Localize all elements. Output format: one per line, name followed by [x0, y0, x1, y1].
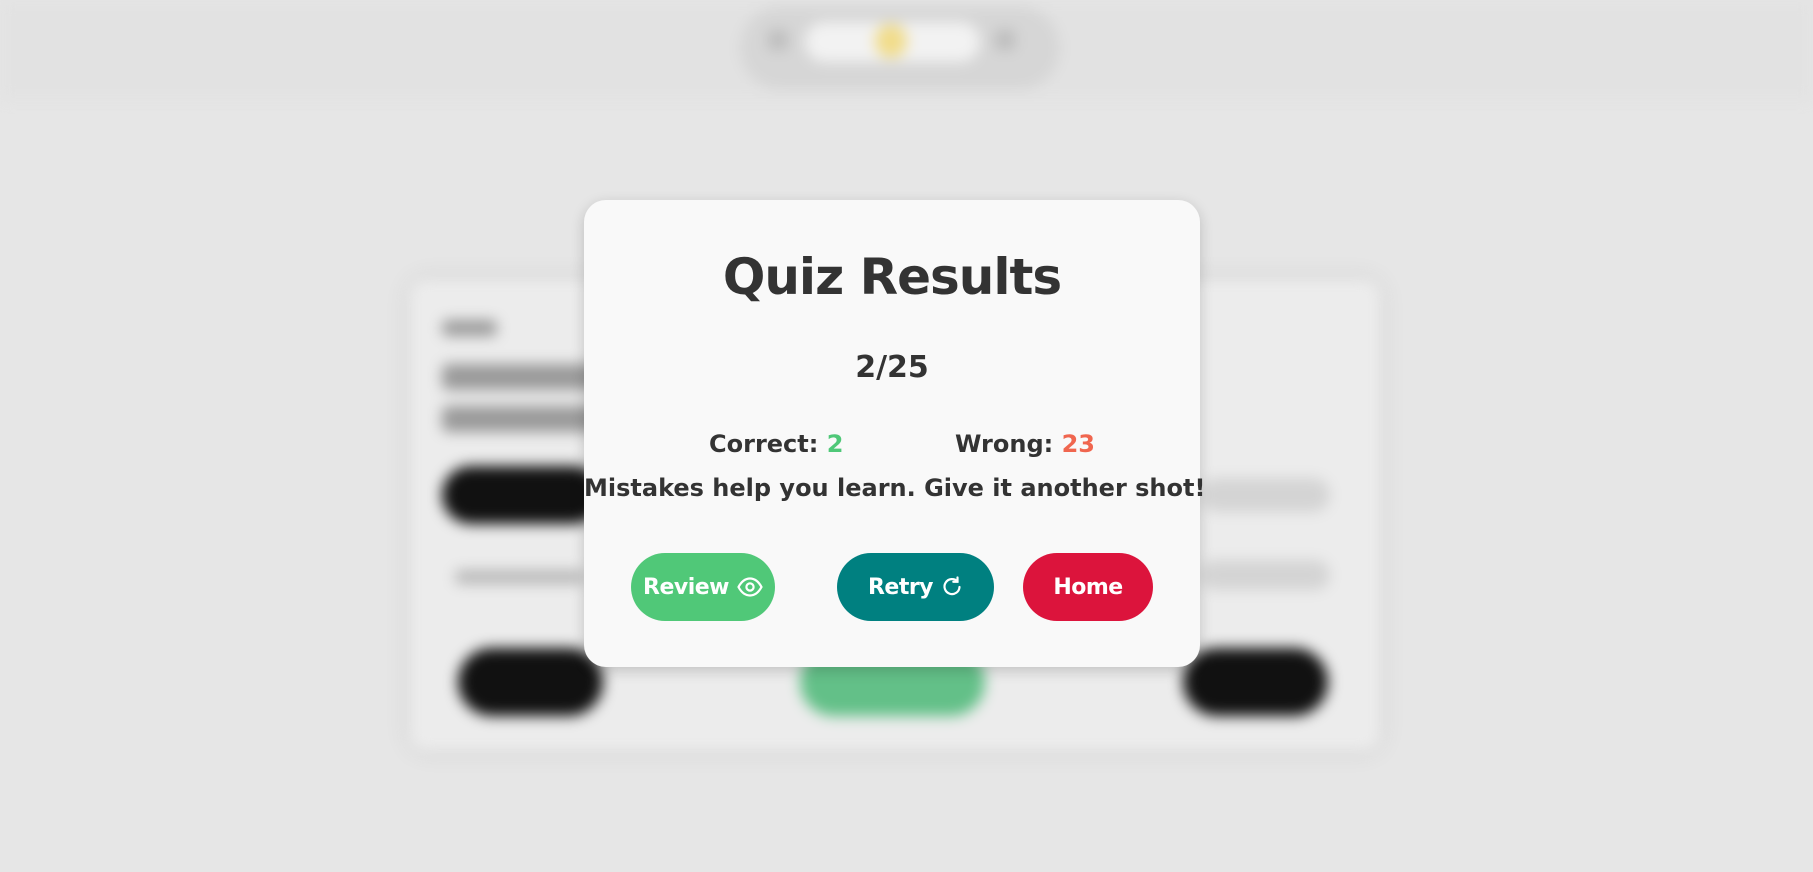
- background-option: [1200, 478, 1330, 512]
- background-sun-icon: [875, 24, 907, 58]
- background-theme-toggle: [740, 6, 1060, 90]
- refresh-icon: [941, 576, 963, 598]
- modal-title: Quiz Results: [722, 248, 1062, 306]
- wrong-label: Wrong:: [955, 430, 1054, 458]
- background-topbar: [0, 0, 1813, 100]
- correct-label: Correct:: [709, 430, 819, 458]
- background-question-text-line: [442, 364, 602, 390]
- review-button-label: Review: [643, 574, 730, 600]
- retry-button-label: Retry: [867, 574, 934, 600]
- wrong-value: 23: [1061, 430, 1096, 458]
- retry-button[interactable]: Retry: [837, 553, 994, 621]
- background-toggle-track: [805, 22, 980, 62]
- background-next-button: [1183, 648, 1328, 716]
- background-right-arrow-icon: [995, 30, 1015, 50]
- correct-count: Correct: 2: [709, 430, 843, 458]
- home-button-label: Home: [1053, 574, 1123, 600]
- eye-icon: [737, 577, 763, 597]
- home-button[interactable]: Home: [1023, 553, 1153, 621]
- review-button[interactable]: Review: [631, 553, 775, 621]
- background-question-text-line: [442, 406, 602, 432]
- encouragement-message: Mistakes help you learn. Give it another…: [584, 474, 1206, 502]
- background-left-arrow-icon: [768, 30, 788, 50]
- background-option: [1200, 560, 1330, 590]
- background-option: [442, 466, 602, 524]
- score-text: 2/25: [855, 350, 929, 385]
- background-prev-button: [458, 648, 603, 716]
- correct-value: 2: [826, 430, 844, 458]
- quiz-results-modal: Quiz Results 2/25 Correct: 2 Wrong: 23 M…: [584, 200, 1206, 667]
- background-question-number: [442, 320, 497, 336]
- background-option: [455, 570, 585, 584]
- wrong-count: Wrong: 23: [955, 430, 1095, 458]
